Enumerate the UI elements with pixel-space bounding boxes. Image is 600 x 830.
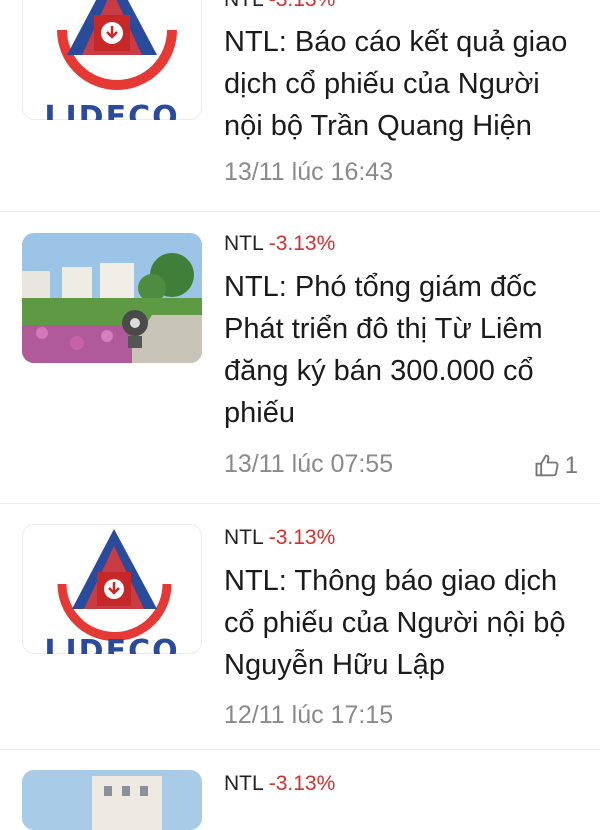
ticker-symbol[interactable]: NTL xyxy=(224,526,263,549)
price-change: -3.13% xyxy=(268,232,336,255)
ticker-label[interactable]: NTL -3.13% xyxy=(224,526,335,550)
news-title[interactable]: NTL: Báo cáo kết quả giao dịch cổ phiếu … xyxy=(224,21,574,147)
thumbs-up-icon xyxy=(535,454,559,477)
price-change: -3.13% xyxy=(269,0,336,11)
news-time: 13/11 lúc 16:43 xyxy=(224,158,394,186)
logo-lettering: LIDECO xyxy=(44,100,180,120)
news-thumbnail: LIDECO xyxy=(22,524,202,654)
news-thumbnail xyxy=(22,770,202,830)
ticker-label[interactable]: NTL -3.13% xyxy=(224,772,335,796)
building-photo xyxy=(22,770,202,830)
news-title[interactable]: NTL: Thông báo giao dịch cổ phiếu của Ng… xyxy=(224,560,574,686)
news-item[interactable]: LIDECO NTL -3.13% NTL: Thông báo giao dị… xyxy=(0,504,600,749)
urban-park-photo xyxy=(22,233,202,363)
news-time: 12/11 lúc 17:15 xyxy=(224,701,394,729)
ticker-label[interactable]: NTL -3.13% xyxy=(224,0,335,12)
ticker-symbol[interactable]: NTL xyxy=(224,772,263,795)
news-time: 13/11 lúc 07:55 xyxy=(224,450,394,478)
like-button[interactable]: 1 xyxy=(533,452,578,480)
like-count: 1 xyxy=(564,452,578,479)
news-title[interactable]: NTL: Phó tổng giám đốc Phát triển đô thị… xyxy=(224,266,574,434)
news-item[interactable]: NTL -3.13% xyxy=(0,750,600,830)
logo-lettering: LIDECO xyxy=(44,634,180,654)
ticker-symbol[interactable]: NTL xyxy=(224,232,263,255)
news-thumbnail xyxy=(22,233,202,363)
news-thumbnail: LIDECO xyxy=(22,0,202,120)
price-change: -3.13% xyxy=(268,772,336,795)
news-item[interactable]: LIDECO NTL -3.13% NTL: Báo cáo kết quả g… xyxy=(0,0,600,210)
news-item[interactable]: NTL -3.13% NTL: Phó tổng giám đốc Phát t… xyxy=(0,212,600,502)
ticker-label[interactable]: NTL -3.13% xyxy=(224,232,335,256)
ticker-symbol[interactable]: NTL xyxy=(224,0,263,11)
price-change: -3.13% xyxy=(268,526,336,549)
